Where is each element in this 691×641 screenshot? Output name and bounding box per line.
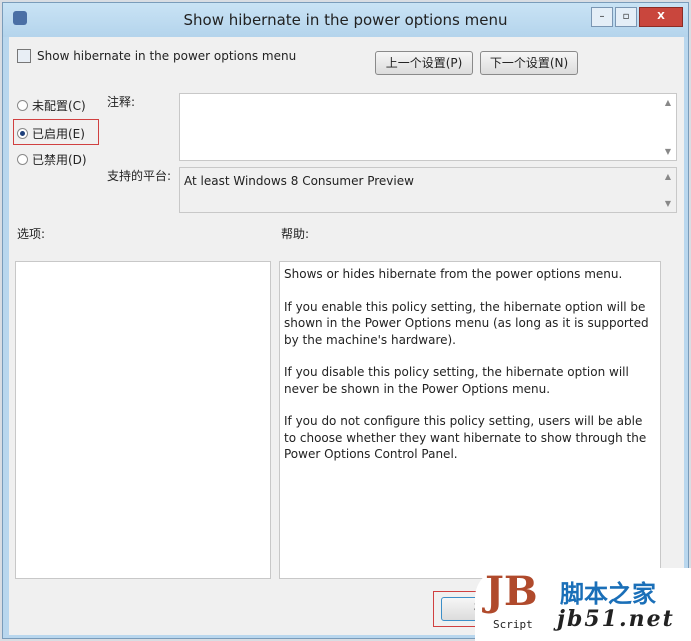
scrollbar[interactable]: ▲ ▼ <box>660 168 676 212</box>
help-paragraph: If you do not configure this policy sett… <box>284 414 647 461</box>
help-paragraph: If you disable this policy setting, the … <box>284 365 629 396</box>
policy-dialog: Show hibernate in the power options menu… <box>2 2 689 639</box>
platform-value: At least Windows 8 Consumer Preview <box>184 174 414 188</box>
window-title: Show hibernate in the power options menu <box>183 11 508 29</box>
next-setting-button[interactable]: 下一个设置(N) <box>480 51 578 75</box>
platform-label: 支持的平台: <box>107 169 172 183</box>
radio-icon <box>17 154 28 165</box>
watermark-url: jb51.net <box>557 606 675 632</box>
options-panel <box>15 261 271 579</box>
radio-disabled[interactable]: 已禁用(D) <box>17 151 87 168</box>
title-bar[interactable]: Show hibernate in the power options menu… <box>3 3 688 37</box>
maximize-button[interactable]: ▫ <box>615 7 637 27</box>
comment-label: 注释: <box>107 95 136 109</box>
platform-field: At least Windows 8 Consumer Preview ▲ ▼ <box>179 167 677 213</box>
radio-label: 已禁用(D) <box>32 153 87 167</box>
help-paragraph: If you enable this policy setting, the h… <box>284 299 649 347</box>
scrollbar[interactable]: ▲ ▼ <box>660 94 676 160</box>
radio-label: 已启用(E) <box>32 127 85 141</box>
watermark-logo: JB <box>485 568 538 615</box>
radio-enabled[interactable]: 已启用(E) <box>17 125 85 142</box>
setting-title: Show hibernate in the power options menu <box>37 49 297 63</box>
radio-label: 未配置(C) <box>32 99 86 113</box>
options-label: 选项: <box>17 227 46 241</box>
policy-icon <box>17 49 31 63</box>
radio-icon <box>17 100 28 111</box>
watermark: JB Script 脚本之家 jb51.net <box>475 568 691 641</box>
previous-setting-button[interactable]: 上一个设置(P) <box>375 51 473 75</box>
dialog-body: Show hibernate in the power options menu… <box>9 37 684 635</box>
radio-checked-icon <box>17 128 28 139</box>
help-label: 帮助: <box>281 227 310 241</box>
minimize-button[interactable]: – <box>591 7 613 27</box>
watermark-script: Script <box>493 618 533 631</box>
help-panel: Shows or hides hibernate from the power … <box>279 261 661 579</box>
radio-not-configured[interactable]: 未配置(C) <box>17 97 86 114</box>
watermark-name: 脚本之家 <box>560 580 656 608</box>
close-button[interactable]: X <box>639 7 683 27</box>
comment-textarea[interactable]: ▲ ▼ <box>179 93 677 161</box>
help-paragraph: Shows or hides hibernate from the power … <box>284 267 623 281</box>
setting-header: Show hibernate in the power options menu <box>17 49 296 63</box>
